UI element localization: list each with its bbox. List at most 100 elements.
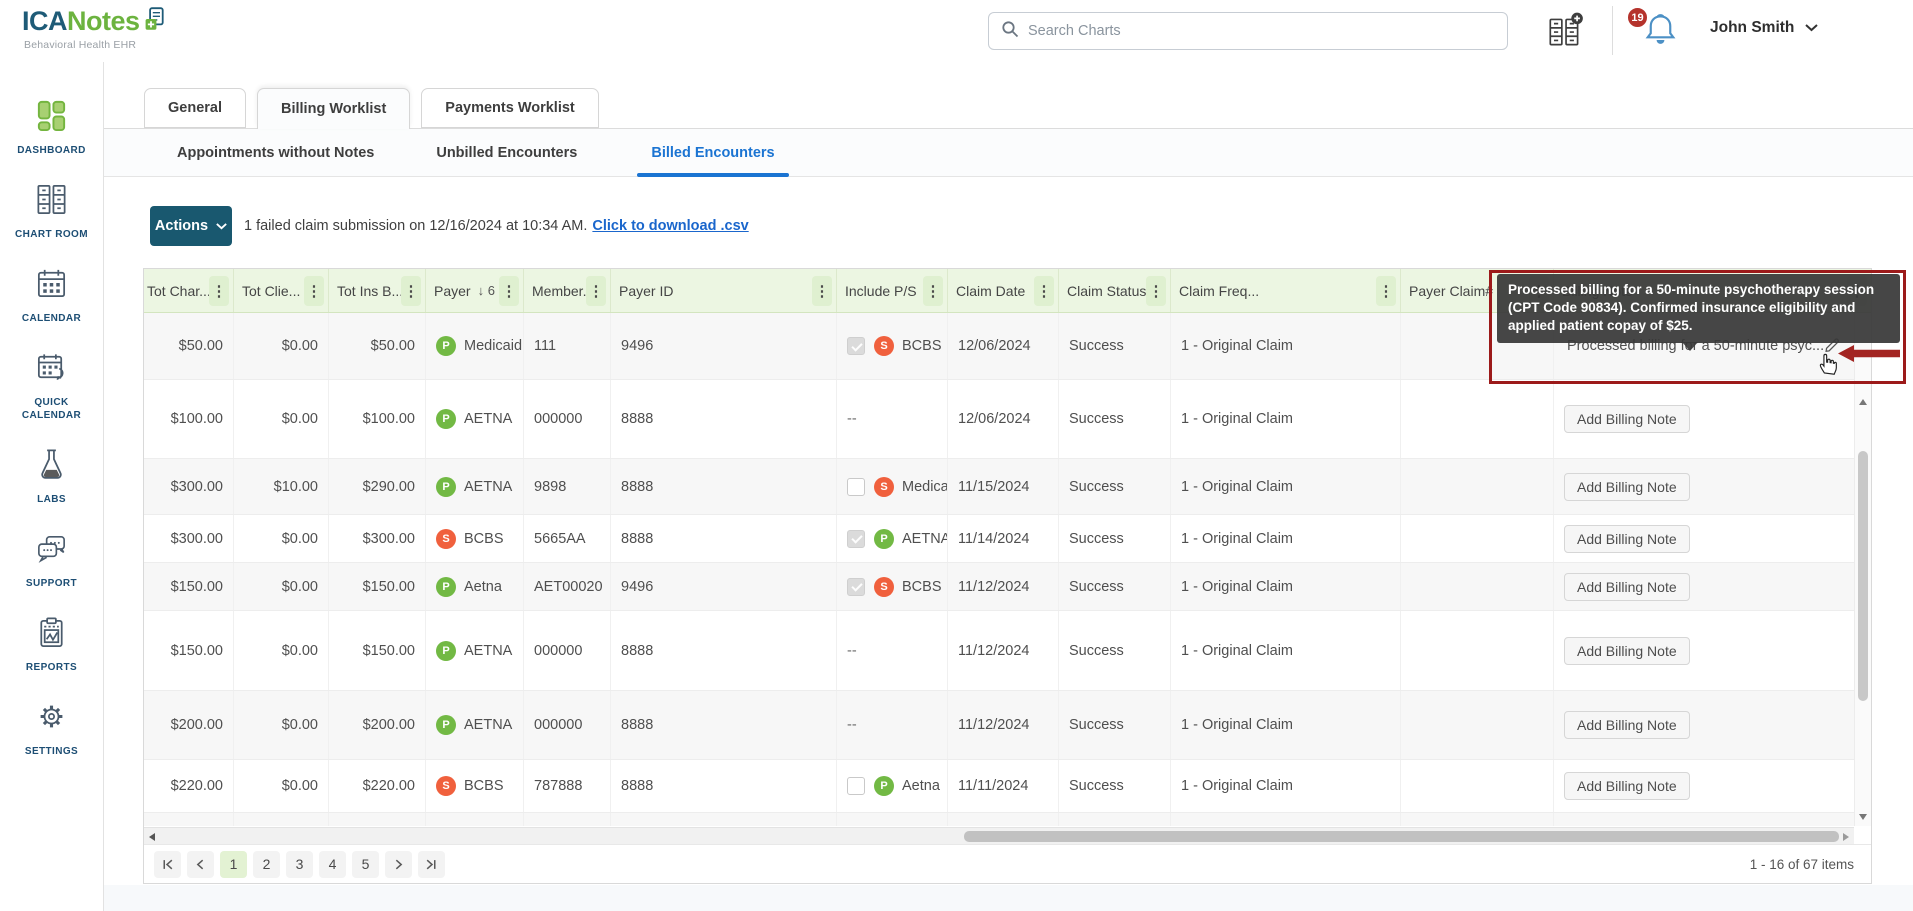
cell-payer-claim-number bbox=[1401, 691, 1554, 759]
pager-previous-page[interactable] bbox=[187, 850, 214, 878]
column-header-claim-date[interactable]: Claim Date ⋮ bbox=[948, 269, 1059, 312]
column-header-tot-char[interactable]: Tot Char... ⋮ bbox=[144, 269, 234, 312]
sidebar-item-labs[interactable]: LABS bbox=[0, 447, 103, 506]
pager-next-page[interactable] bbox=[385, 850, 412, 878]
pager-page-1[interactable]: 1 bbox=[220, 850, 247, 878]
actions-button[interactable]: Actions bbox=[150, 206, 232, 246]
column-header-include-p-s[interactable]: Include P/S ⋮ bbox=[837, 269, 948, 312]
cell-tot_client: $0.00 bbox=[234, 380, 329, 458]
pager-page-2[interactable]: 2 bbox=[253, 850, 280, 878]
include-checkbox[interactable] bbox=[847, 529, 865, 548]
table-row[interactable]: $300.00 $0.00 $300.00 S BCBS 5665AA 8888 P AETN… bbox=[144, 515, 1854, 563]
vertical-scrollbar-thumb[interactable] bbox=[1858, 451, 1868, 701]
table-row[interactable]: $100.00 $0.00 $100.00 P AETNA 000000 8888 -- 12/… bbox=[144, 380, 1854, 459]
pager-last-page[interactable] bbox=[418, 850, 445, 878]
pager-page-4[interactable]: 4 bbox=[319, 850, 346, 878]
include-checkbox[interactable] bbox=[847, 577, 865, 596]
table-row[interactable]: $150.00 $0.00 $150.00 P AETNA 000000 8888 -- 11/… bbox=[144, 611, 1854, 691]
scroll-right-arrow-icon[interactable] bbox=[1843, 833, 1849, 841]
cell-billing-note: Add Billing Note bbox=[1554, 760, 1854, 812]
tab-general[interactable]: General bbox=[144, 88, 246, 128]
dashboard-grid-icon bbox=[34, 98, 69, 138]
download-csv-link[interactable]: Click to download .csv bbox=[592, 218, 748, 234]
add-billing-note-button[interactable]: Add Billing Note bbox=[1564, 772, 1690, 800]
payer-secondary-badge: S bbox=[874, 476, 894, 497]
cell-tot_ins: $150.00 bbox=[329, 611, 426, 690]
table-row[interactable]: $200.00 $0.00 $200.00 P AETNA 000000 8888 -- 11/… bbox=[144, 691, 1854, 760]
search-input[interactable] bbox=[1028, 23, 1495, 39]
sidebar-item-support[interactable]: SUPPORT bbox=[0, 531, 103, 590]
add-billing-note-button[interactable]: Add Billing Note bbox=[1564, 572, 1690, 601]
subtab-unbilled-encounters[interactable]: Unbilled Encounters bbox=[434, 129, 579, 176]
calendar-icon bbox=[34, 266, 69, 306]
column-header-member[interactable]: Member... ⋮ bbox=[524, 269, 611, 312]
column-header-payer[interactable]: Payer ↓ 6 ⋮ bbox=[426, 269, 524, 312]
sidebar-item-quick-calendar[interactable]: QUICK CALENDAR bbox=[0, 350, 103, 422]
sidebar-item-reports[interactable]: REPORTS bbox=[0, 615, 103, 674]
sidebar-item-label: LABS bbox=[37, 494, 66, 505]
cell-payer: P AETNA bbox=[426, 691, 524, 759]
tab-billing-worklist[interactable]: Billing Worklist bbox=[257, 88, 411, 129]
cell-tot_charge: $100.00 bbox=[144, 380, 234, 458]
add-billing-note-button[interactable]: Add Billing Note bbox=[1564, 636, 1690, 665]
column-header-claim-freq[interactable]: Claim Freq... ⋮ bbox=[1171, 269, 1401, 312]
column-header-claim-status[interactable]: Claim Status ⋮ bbox=[1059, 269, 1171, 312]
table-row[interactable]: $300.00 $10.00 $290.00 P AETNA 9898 8888 S Medi… bbox=[144, 459, 1854, 515]
icanotes-logo[interactable]: ICA Notes Behavioral Health EHR bbox=[22, 7, 169, 51]
scroll-down-arrow-icon[interactable] bbox=[1859, 814, 1867, 820]
column-menu-icon[interactable]: ⋮ bbox=[812, 275, 832, 306]
sidebar-item-calendar[interactable]: CALENDAR bbox=[0, 266, 103, 325]
column-menu-icon[interactable]: ⋮ bbox=[586, 275, 606, 306]
column-menu-icon[interactable]: ⋮ bbox=[1376, 275, 1396, 306]
vertical-scrollbar[interactable] bbox=[1854, 313, 1871, 826]
include-checkbox[interactable] bbox=[847, 477, 865, 496]
user-menu[interactable]: John Smith bbox=[1710, 19, 1819, 37]
payer-primary-badge: P bbox=[436, 576, 456, 597]
cell-claim-status: Success bbox=[1059, 380, 1171, 458]
add-billing-note-button[interactable]: Add Billing Note bbox=[1564, 405, 1690, 433]
column-header-tot-ins-b[interactable]: Tot Ins B... ⋮ bbox=[329, 269, 426, 312]
include-checkbox[interactable] bbox=[847, 777, 865, 795]
column-menu-icon[interactable]: ⋮ bbox=[1146, 275, 1166, 306]
column-menu-icon[interactable]: ⋮ bbox=[304, 275, 324, 306]
sidebar-item-dashboard[interactable]: DASHBOARD bbox=[0, 98, 103, 157]
column-menu-icon[interactable]: ⋮ bbox=[499, 275, 519, 306]
column-header-payer-id[interactable]: Payer ID ⋮ bbox=[611, 269, 837, 312]
horizontal-scrollbar[interactable] bbox=[144, 827, 1854, 844]
cell-member-id: 9898 bbox=[524, 459, 611, 514]
scroll-up-arrow-icon[interactable] bbox=[1859, 399, 1867, 405]
logo-text-secondary: Notes bbox=[67, 6, 140, 36]
include-checkbox[interactable] bbox=[847, 337, 865, 355]
sidebar-item-chart-room[interactable]: CHART ROOM bbox=[0, 182, 103, 241]
column-menu-icon[interactable]: ⋮ bbox=[209, 275, 229, 306]
pager-page-5[interactable]: 5 bbox=[352, 850, 379, 878]
table-row[interactable]: $220.00 $0.00 $220.00 S BCBS 787888 8888 P Aetn… bbox=[144, 760, 1854, 813]
column-menu-icon[interactable]: ⋮ bbox=[923, 275, 943, 306]
pager-first-page[interactable] bbox=[154, 850, 181, 878]
pager-page-3[interactable]: 3 bbox=[286, 850, 313, 878]
notification-bell-icon[interactable]: 19 bbox=[1626, 6, 1679, 55]
column-header-tot-clie[interactable]: Tot Clie... ⋮ bbox=[234, 269, 329, 312]
column-menu-icon[interactable]: ⋮ bbox=[401, 275, 421, 306]
sidebar-item-settings[interactable]: SETTINGS bbox=[0, 699, 103, 758]
pagination-bar: 12345 1 - 16 of 67 items bbox=[144, 844, 1871, 883]
sidebar-item-label: SUPPORT bbox=[25, 578, 78, 589]
subtab-appointments-without-notes[interactable]: Appointments without Notes bbox=[175, 129, 376, 176]
cell-tot_client: $0.00 bbox=[234, 611, 329, 690]
pager: 12345 bbox=[154, 850, 445, 878]
add-billing-note-button[interactable]: Add Billing Note bbox=[1564, 472, 1690, 501]
tab-payments-worklist[interactable]: Payments Worklist bbox=[421, 88, 599, 128]
cell-billing-note: Add Billing Note bbox=[1554, 611, 1854, 690]
scroll-left-arrow-icon[interactable] bbox=[149, 833, 155, 841]
cell-include-ps: -- bbox=[837, 380, 948, 458]
column-menu-icon[interactable]: ⋮ bbox=[1034, 275, 1054, 306]
add-billing-note-button[interactable]: Add Billing Note bbox=[1564, 711, 1690, 739]
table-row[interactable]: $150.00 $0.00 $150.00 P Aetna AET00020 9496 SB… bbox=[144, 563, 1854, 611]
cell-claim-date: 11/12/2024 bbox=[948, 611, 1059, 690]
cell-payer: P Aetna bbox=[426, 563, 524, 610]
chart-cabinet-add-icon[interactable] bbox=[1546, 10, 1584, 57]
add-billing-note-button[interactable]: Add Billing Note bbox=[1564, 524, 1690, 553]
horizontal-scrollbar-thumb[interactable] bbox=[964, 831, 1839, 842]
subtab-billed-encounters[interactable]: Billed Encounters bbox=[637, 129, 789, 177]
cell-billing-note: Add Billing Note bbox=[1554, 380, 1854, 458]
